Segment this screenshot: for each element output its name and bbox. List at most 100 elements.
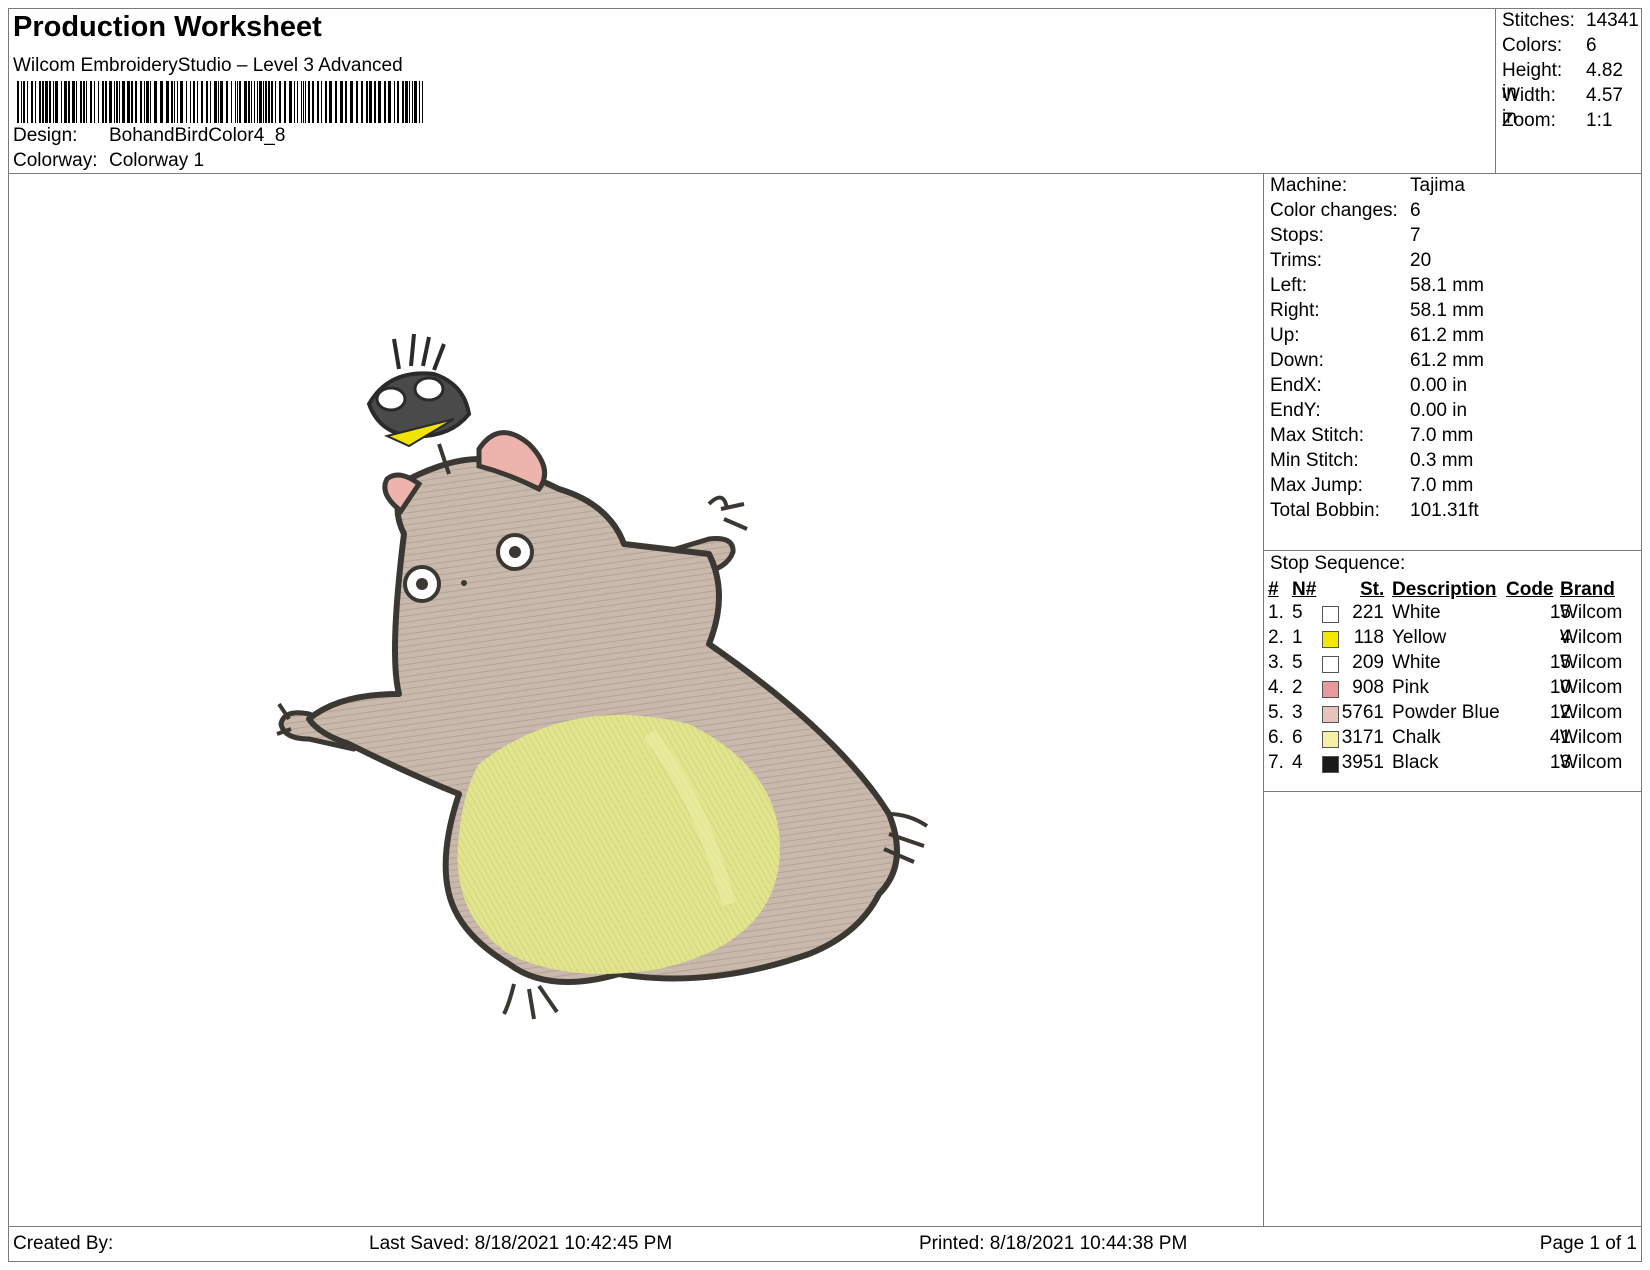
machine-info-value: 58.1 mm xyxy=(1410,300,1484,321)
thread-description: Yellow xyxy=(1392,627,1447,648)
machine-info-row: Left: 58.1 mm xyxy=(1270,275,1484,297)
machine-info-value: 7.0 mm xyxy=(1410,475,1474,496)
created-by: Created By: xyxy=(13,1233,114,1254)
thread-color-swatch xyxy=(1322,706,1339,723)
summary-stats: Stitches: 14341 Colors: 6 Height: 4.82 in W… xyxy=(1495,9,1642,173)
colorway-row: Colorway: Colorway 1 xyxy=(13,150,204,172)
needle-number: 6 xyxy=(1292,727,1303,748)
row-number: 2. xyxy=(1268,627,1284,648)
machine-info-row: Up: 61.2 mm xyxy=(1270,325,1484,347)
machine-info-label: EndX: xyxy=(1270,375,1322,396)
thread-stitches: 209 xyxy=(1352,652,1384,673)
machine-info-value: 0.3 mm xyxy=(1410,450,1474,471)
row-number: 1. xyxy=(1268,602,1284,623)
needle-number: 3 xyxy=(1292,702,1303,723)
machine-info-value: 7 xyxy=(1410,225,1421,246)
needle-number: 5 xyxy=(1292,602,1303,623)
machine-info-label: Down: xyxy=(1270,350,1324,371)
thread-brand: Wilcom xyxy=(1560,752,1623,773)
stop-sequence-row: 2. 1 118 Yellow 4 Wilcom xyxy=(1264,627,1641,652)
machine-info-label: Stops: xyxy=(1270,225,1324,246)
machine-info-row: Max Jump: 7.0 mm xyxy=(1270,475,1473,497)
machine-info-value: 58.1 mm xyxy=(1410,275,1484,296)
thread-stitches: 118 xyxy=(1353,627,1384,648)
colors-row: Colors: 6 xyxy=(1502,35,1597,57)
printed-date: Printed: 8/18/2021 10:44:38 PM xyxy=(919,1233,1188,1254)
thread-stitches: 221 xyxy=(1352,602,1384,623)
machine-info-row: Total Bobbin: 101.31ft xyxy=(1270,500,1479,522)
machine-info-value: 0.00 in xyxy=(1410,375,1468,396)
thread-description: White xyxy=(1392,602,1441,623)
thread-color-swatch xyxy=(1322,731,1339,748)
design-label: Design: xyxy=(13,125,78,146)
machine-info-row: Machine: Tajima xyxy=(1270,175,1465,197)
machine-info-value: 101.31ft xyxy=(1410,500,1479,521)
machine-info-label: Min Stitch: xyxy=(1270,450,1359,471)
needle-number: 2 xyxy=(1292,677,1303,698)
machine-info-label: Color changes: xyxy=(1270,200,1398,221)
thread-stitches: 908 xyxy=(1352,677,1384,698)
thread-color-swatch xyxy=(1322,656,1339,673)
stitches-value: 14341 xyxy=(1586,10,1639,31)
embroidery-design-image xyxy=(276,333,929,1020)
machine-info-value: 6 xyxy=(1410,200,1421,221)
machine-info-label: Machine: xyxy=(1270,175,1348,196)
row-number: 5. xyxy=(1268,702,1284,723)
col-header-needle: N# xyxy=(1292,579,1317,600)
stop-sequence-table: Stop Sequence: # N# St. Description Code… xyxy=(1264,550,1641,792)
machine-info-value: Tajima xyxy=(1410,175,1465,196)
thread-brand: Wilcom xyxy=(1560,652,1623,673)
machine-info-label: Trims: xyxy=(1270,250,1323,271)
width-label: Width: xyxy=(1502,85,1556,106)
production-worksheet: Production Worksheet Wilcom EmbroiderySt… xyxy=(8,8,1642,1262)
colorway-label: Colorway: xyxy=(13,150,98,171)
thread-color-swatch xyxy=(1322,681,1339,698)
machine-info-value: 61.2 mm xyxy=(1410,350,1484,371)
machine-info-row: Color changes: 6 xyxy=(1270,200,1421,222)
thread-color-swatch xyxy=(1322,631,1339,648)
machine-info-row: Right: 58.1 mm xyxy=(1270,300,1484,322)
worksheet-header: Production Worksheet Wilcom EmbroiderySt… xyxy=(9,9,1641,174)
height-label: Height: xyxy=(1502,60,1563,81)
col-header-description: Description xyxy=(1392,579,1497,600)
machine-info-row: Down: 61.2 mm xyxy=(1270,350,1484,372)
thread-description: Pink xyxy=(1392,677,1429,698)
stitches-label: Stitches: xyxy=(1502,10,1575,31)
thread-color-swatch xyxy=(1322,606,1339,623)
stop-sequence-row: 3. 5 209 White 15 Wilcom xyxy=(1264,652,1641,677)
col-header-num: # xyxy=(1268,579,1279,600)
machine-info-row: EndY: 0.00 in xyxy=(1270,400,1467,422)
thread-brand: Wilcom xyxy=(1560,602,1623,623)
thread-stitches: 3171 xyxy=(1341,727,1384,748)
machine-info-value: 61.2 mm xyxy=(1410,325,1484,346)
page-number: Page 1 of 1 xyxy=(1539,1233,1637,1254)
row-number: 4. xyxy=(1268,677,1284,698)
thread-stitches: 5761 xyxy=(1341,702,1384,723)
stop-sequence-row: 4. 2 908 Pink 10 Wilcom xyxy=(1264,677,1641,702)
col-header-brand: Brand xyxy=(1560,579,1615,600)
thread-description: Powder Blue xyxy=(1392,702,1500,723)
thread-brand: Wilcom xyxy=(1560,727,1623,748)
stop-sequence-row: 7. 4 3951 Black 13 Wilcom xyxy=(1264,752,1641,777)
design-preview-canvas xyxy=(9,174,1264,1226)
machine-info-value: 20 xyxy=(1410,250,1432,271)
thread-description: Chalk xyxy=(1392,727,1441,748)
worksheet-title: Production Worksheet xyxy=(13,11,322,43)
col-header-code: Code xyxy=(1506,579,1554,600)
thread-brand: Wilcom xyxy=(1560,627,1623,648)
machine-info-value: 0.00 in xyxy=(1410,400,1468,421)
row-number: 6. xyxy=(1268,727,1284,748)
thread-description: White xyxy=(1392,652,1441,673)
barcode-image xyxy=(17,81,423,123)
colors-label: Colors: xyxy=(1502,35,1563,56)
machine-info-value: 7.0 mm xyxy=(1410,425,1474,446)
software-name: Wilcom EmbroideryStudio – Level 3 Advanc… xyxy=(13,55,403,76)
stitches-row: Stitches: 14341 xyxy=(1502,10,1639,32)
design-name: BohandBirdColor4_8 xyxy=(109,125,286,146)
thread-brand: Wilcom xyxy=(1560,702,1623,723)
colorway-name: Colorway 1 xyxy=(109,150,205,171)
needle-number: 1 xyxy=(1292,627,1303,648)
thread-brand: Wilcom xyxy=(1560,677,1623,698)
machine-info-label: Total Bobbin: xyxy=(1270,500,1380,521)
last-saved: Last Saved: 8/18/2021 10:42:45 PM xyxy=(369,1233,673,1254)
